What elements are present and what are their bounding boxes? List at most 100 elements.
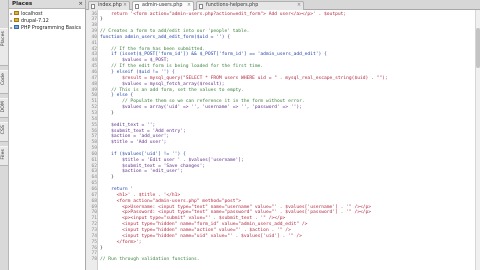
line-number: 44 (91, 58, 97, 64)
close-icon[interactable]: × (78, 0, 83, 9)
code-line[interactable]: // Populate them so we can reference it … (100, 99, 305, 104)
code-line[interactable]: $submit_text = 'Save changes'; (100, 164, 205, 169)
line-number: 63 (91, 169, 97, 175)
close-icon[interactable]: × (123, 2, 127, 10)
code-editor: index.php × admin-users.php × functions-… (86, 0, 480, 270)
rail-tab-label: Code (1, 73, 6, 86)
database-icon (14, 25, 19, 29)
line-number: 41 (91, 40, 97, 46)
line-number: 56 (91, 128, 97, 134)
code-line[interactable]: } else { (100, 93, 133, 98)
tab-functions-helpers-php[interactable]: functions-helpers.php × (196, 1, 304, 10)
line-number: 65 (91, 181, 97, 187)
line-number: 43 (91, 52, 97, 58)
code-line[interactable]: } elseif ($uid != '') { (100, 70, 175, 75)
line-number-gutter: 36 37 38 39 40 41 42 43 44 45 46 47 48 49 50 51 52 53 54 55… (86, 10, 98, 270)
code-line[interactable]: <h1>' . $title . '</h1> (100, 193, 181, 198)
code-text[interactable]: return '<form action="admin-users.php?ac… (100, 10, 478, 270)
code-line[interactable]: } (100, 17, 103, 22)
line-number: 75 (91, 239, 97, 245)
line-number: 64 (91, 175, 97, 181)
code-line[interactable]: if (isset($_POST['form_id']) && $_POST['… (100, 52, 327, 57)
code-area[interactable]: 36 37 38 39 40 41 42 43 44 45 46 47 48 49 50 51 52 53 54 55… (86, 10, 480, 270)
code-line[interactable]: <input type="hidden" name="action" value… (100, 228, 291, 233)
line-number: 72 (91, 222, 97, 228)
code-line[interactable]: // If the form has been submitted. (100, 47, 205, 52)
code-line[interactable]: $values = $_POST; (100, 58, 169, 63)
code-line[interactable]: $edit_text = ''; (100, 123, 155, 128)
line-number: 62 (91, 163, 97, 169)
code-line[interactable]: // If the edit form is being loaded for … (100, 64, 263, 69)
close-icon[interactable]: × (187, 2, 191, 10)
line-number: 71 (91, 216, 97, 222)
code-line[interactable]: <input type="hidden" name="form_id" valu… (100, 222, 307, 227)
code-line[interactable]: $submit_text = 'Add entry'; (100, 129, 186, 134)
side-rail: Places Code DOM CSS Files (0, 0, 9, 270)
places-panel: Places × ▸ localhost ▸ drupal-7.12 ▸ PHP Pr… (9, 0, 86, 270)
code-line[interactable]: // This is an add form, set the values t… (100, 88, 244, 93)
code-line[interactable]: function admin_users_add_edit_form($uid … (100, 35, 230, 40)
line-number: 40 (91, 34, 97, 40)
code-line[interactable]: } (100, 175, 114, 180)
file-icon (91, 4, 95, 9)
rail-tab-files[interactable]: Files (0, 146, 8, 166)
code-line[interactable]: // Run through validation functions. (100, 257, 200, 262)
folder-icon (14, 11, 19, 15)
line-number: 47 (91, 75, 97, 81)
tree-item-drupal[interactable]: ▸ drupal-7.12 (9, 17, 85, 24)
tab-label: admin-users.php (142, 3, 183, 8)
line-number: 38 (91, 23, 97, 29)
line-number: 61 (91, 157, 97, 163)
code-line[interactable]: <p><input type="submit" value="' . $subm… (100, 216, 285, 221)
line-number: 42 (91, 46, 97, 52)
code-line[interactable]: } (100, 111, 114, 116)
code-line[interactable]: <p>Password: <input type="text" name="pa… (100, 210, 371, 215)
rail-tab-label: DOM (1, 101, 6, 113)
rail-tab-label: Places (1, 31, 6, 47)
code-line[interactable]: $values = array('uid' => '', 'username' … (100, 105, 302, 110)
line-number: 50 (91, 93, 97, 99)
line-number: 55 (91, 122, 97, 128)
code-line[interactable]: $result = mysql_query("SELECT * FROM use… (100, 76, 388, 81)
tab-index-php[interactable]: index.php × (88, 1, 130, 10)
code-line[interactable]: </form>'; (100, 240, 142, 245)
line-number: 37 (91, 17, 97, 23)
tree-item-localhost[interactable]: ▸ localhost (9, 10, 85, 17)
tree-item-php-basics[interactable]: ▸ PHP Programming Basics (9, 24, 85, 31)
code-line[interactable]: } (100, 246, 103, 251)
code-line[interactable]: $title = 'Edit user ' . $values['usernam… (100, 158, 244, 163)
line-number: 59 (91, 146, 97, 152)
rail-tab-css[interactable]: CSS (0, 122, 8, 142)
places-title: Places (12, 1, 33, 7)
code-line[interactable]: $title = 'Add user'; (100, 140, 166, 145)
folder-icon (14, 18, 19, 22)
code-line[interactable]: $values = mysql_fetch_array($result); (100, 82, 224, 87)
line-number: 73 (91, 227, 97, 233)
rail-tab-label: Files (1, 149, 6, 160)
line-number: 36 (91, 11, 97, 17)
code-line[interactable]: // Creates a form to add/edit into our '… (100, 29, 249, 34)
line-number: 77 (91, 251, 97, 257)
tab-label: functions-helpers.php (206, 3, 259, 8)
code-line[interactable]: $action = 'add_user'; (100, 134, 169, 139)
rail-tab-code[interactable]: Code (0, 70, 8, 94)
line-number: 70 (91, 210, 97, 216)
vertical-scrollbar[interactable] (475, 10, 480, 270)
editor-tab-bar: index.php × admin-users.php × functions-… (86, 0, 480, 11)
tree-item-label: PHP Programming Basics (21, 26, 81, 31)
code-line[interactable]: if ($values['uid'] != '') { (100, 152, 186, 157)
line-number: 76 (91, 245, 97, 251)
code-line[interactable]: <input type="hidden" name="uid" value="'… (100, 234, 302, 239)
file-icon (199, 4, 203, 9)
code-line[interactable]: <form action="admin-users.php" method="p… (100, 199, 241, 204)
code-line[interactable]: <p>Username: <input type="text" name="us… (100, 205, 371, 210)
code-line[interactable]: $action = 'edit_user'; (100, 169, 183, 174)
line-number: 60 (91, 151, 97, 157)
rail-tab-dom[interactable]: DOM (0, 98, 8, 118)
scrollbar-thumb[interactable] (476, 28, 480, 68)
rail-tab-places[interactable]: Places (0, 28, 8, 66)
places-header: Places × (9, 0, 85, 9)
code-line[interactable]: return '<form action="admin-users.php?ac… (100, 12, 346, 17)
code-line[interactable]: return ' (100, 187, 133, 192)
close-icon[interactable]: × (297, 2, 301, 10)
